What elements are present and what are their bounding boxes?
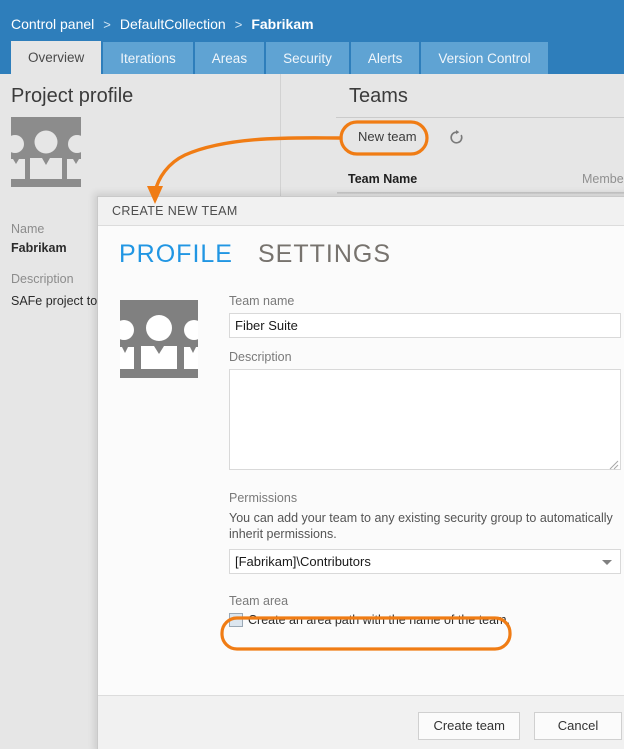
- dialog-title: CREATE NEW TEAM: [112, 204, 238, 218]
- permissions-select-value: [Fabrikam]\Contributors: [235, 554, 371, 569]
- new-team-button[interactable]: New team: [345, 124, 430, 150]
- dialog-tab-settings[interactable]: SETTINGS: [258, 240, 391, 269]
- team-area-checkbox-label: Create an area path with the name of the…: [248, 613, 510, 627]
- teams-table-header-rule: [337, 192, 624, 194]
- project-name-label: Name: [11, 222, 45, 236]
- create-team-button[interactable]: Create team: [418, 711, 520, 740]
- teams-toolbar: New team: [337, 119, 624, 155]
- column-header-members[interactable]: Members: [582, 172, 624, 186]
- breadcrumb-item-control-panel[interactable]: Control panel: [11, 16, 94, 32]
- teams-title: Teams: [349, 85, 408, 107]
- project-description-value: SAFe project to: [11, 294, 98, 308]
- create-new-team-dialog: CREATE NEW TEAM PROFILE SETTINGS Team na…: [97, 196, 624, 749]
- team-avatar-icon: [111, 300, 207, 378]
- team-area-checkbox[interactable]: [229, 613, 243, 627]
- team-name-input[interactable]: [229, 313, 621, 338]
- tab-version-control[interactable]: Version Control: [421, 42, 548, 74]
- breadcrumb-separator: >: [234, 16, 243, 32]
- dialog-footer: Create team Cancel: [98, 695, 624, 749]
- dialog-form: Team name Description Permissions You ca…: [229, 294, 621, 627]
- team-area-checkbox-row[interactable]: Create an area path with the name of the…: [229, 613, 621, 627]
- breadcrumb-item-default-collection[interactable]: DefaultCollection: [120, 16, 226, 32]
- dialog-titlebar: CREATE NEW TEAM: [98, 197, 624, 226]
- description-label: Description: [229, 350, 292, 364]
- tab-alerts[interactable]: Alerts: [350, 42, 420, 74]
- breadcrumb-separator: >: [103, 16, 111, 32]
- main-tabstrip: Overview Iterations Areas Security Alert…: [11, 41, 550, 74]
- permissions-help-text: You can add your team to any existing se…: [229, 511, 613, 541]
- dialog-body: Team name Description Permissions You ca…: [98, 282, 624, 696]
- team-name-label: Team name: [229, 294, 295, 308]
- team-avatar-icon: [3, 117, 89, 187]
- chevron-down-icon: [602, 560, 612, 565]
- teams-table-header: Team Name Members Desc: [337, 166, 624, 192]
- breadcrumb: Control panel > DefaultCollection > Fabr…: [11, 15, 314, 33]
- tab-overview[interactable]: Overview: [11, 41, 102, 74]
- toolbar-rule: [336, 117, 624, 118]
- cancel-button[interactable]: Cancel: [534, 711, 622, 740]
- column-header-team-name[interactable]: Team Name: [348, 172, 417, 186]
- permissions-label: Permissions: [229, 491, 298, 505]
- tab-security[interactable]: Security: [266, 42, 349, 74]
- dialog-tabstrip: PROFILE SETTINGS: [98, 226, 624, 282]
- permissions-select[interactable]: [Fabrikam]\Contributors: [229, 549, 621, 574]
- app-header: Control panel > DefaultCollection > Fabr…: [0, 0, 624, 74]
- app-root: Control panel > DefaultCollection > Fabr…: [0, 0, 624, 749]
- project-name-value: Fabrikam: [11, 241, 67, 255]
- breadcrumb-item-fabrikam[interactable]: Fabrikam: [251, 16, 313, 32]
- refresh-icon[interactable]: [447, 127, 467, 147]
- page-title: Project profile: [11, 85, 134, 107]
- dialog-tab-profile[interactable]: PROFILE: [119, 240, 233, 269]
- project-description-label: Description: [11, 272, 74, 286]
- tab-areas[interactable]: Areas: [194, 42, 265, 74]
- tab-iterations[interactable]: Iterations: [103, 42, 193, 74]
- description-textarea[interactable]: [229, 369, 621, 470]
- team-area-label: Team area: [229, 594, 289, 608]
